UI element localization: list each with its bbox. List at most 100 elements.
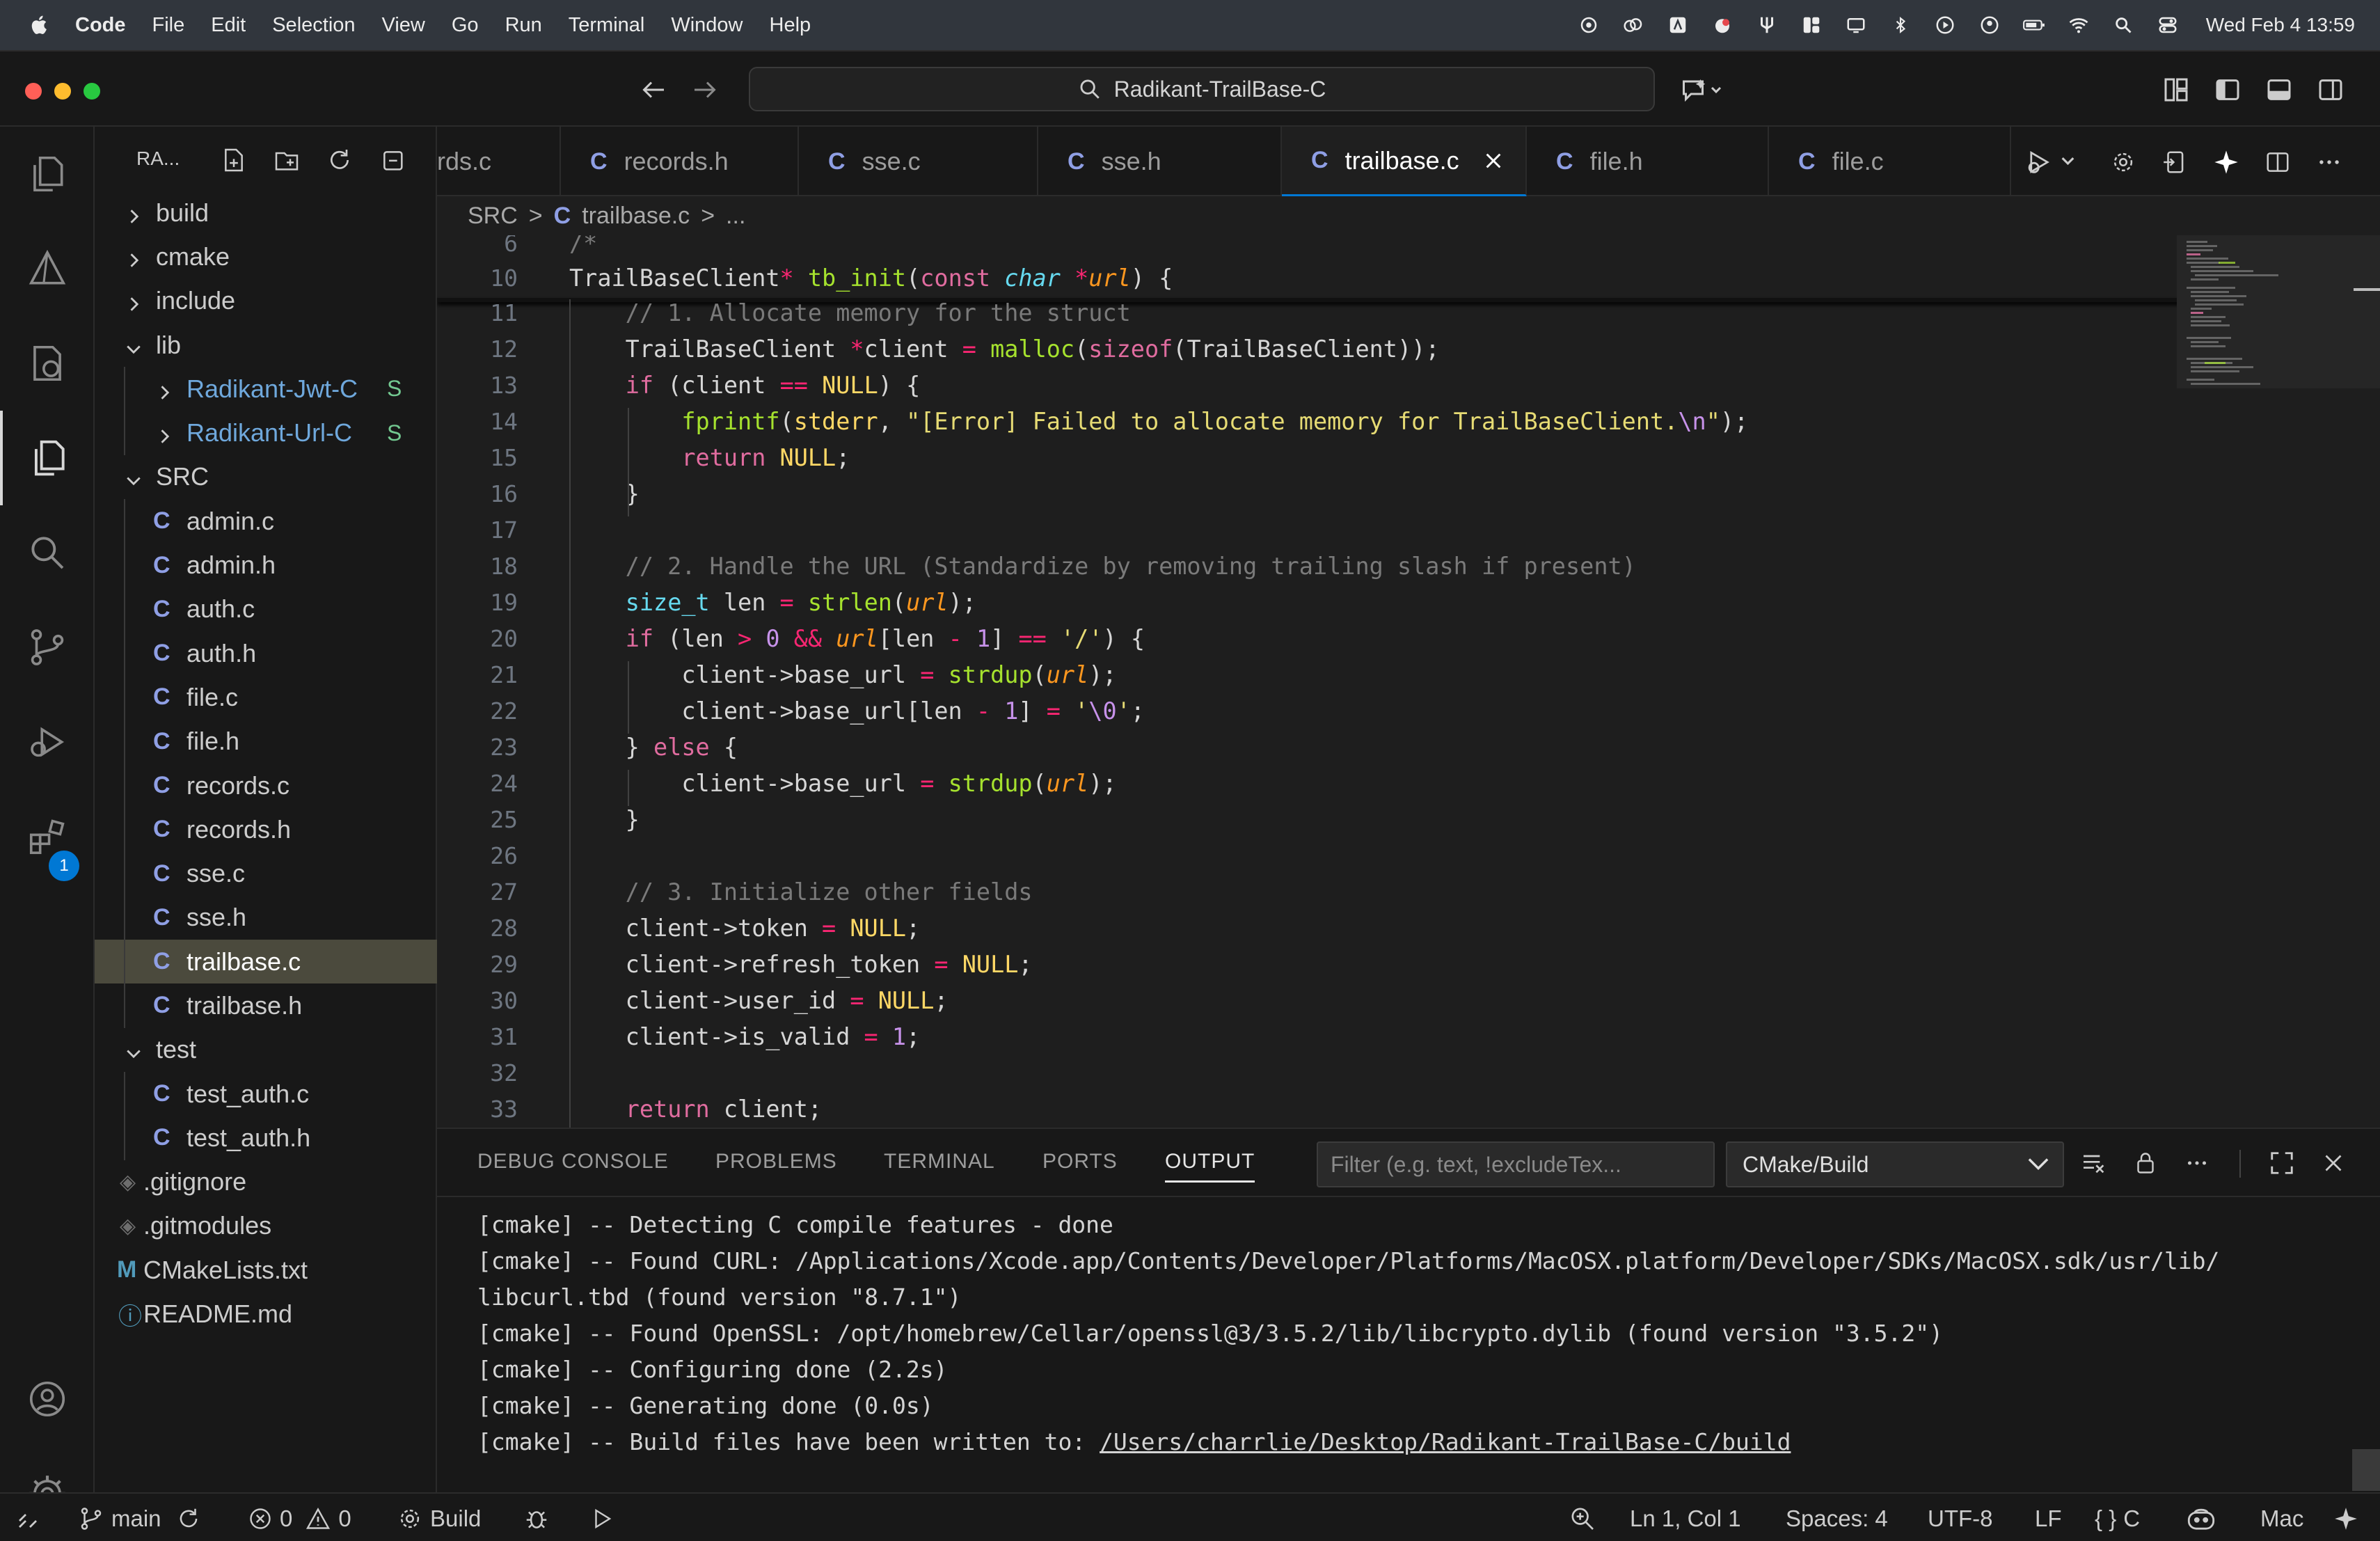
- code-line[interactable]: if (client == NULL) {: [569, 372, 921, 399]
- settings-gear-icon[interactable]: [2107, 146, 2139, 178]
- sticky-scroll-line[interactable]: TrailBaseClient* tb_init(const char *url…: [569, 264, 1173, 292]
- split-editor-icon[interactable]: [2262, 146, 2294, 178]
- toggle-secondary-sidebar-icon[interactable]: [2315, 74, 2347, 106]
- tree-file[interactable]: Ctrailbase.c: [95, 940, 437, 984]
- tree-file[interactable]: ⓘ README.md: [95, 1292, 437, 1336]
- code-line[interactable]: }: [569, 806, 640, 833]
- control-center-icon[interactable]: [2156, 13, 2180, 37]
- play-circle-icon[interactable]: [1933, 13, 1957, 37]
- menu-edit[interactable]: Edit: [211, 14, 246, 37]
- tree-folder[interactable]: cmake: [95, 235, 437, 278]
- output-scrollbar[interactable]: [2352, 1449, 2380, 1491]
- refresh-icon[interactable]: [324, 145, 355, 175]
- code-line[interactable]: // 3. Initialize other fields: [569, 878, 1033, 906]
- tree-file[interactable]: Ctest_auth.c: [95, 1071, 437, 1116]
- window-layout-icon[interactable]: [1800, 13, 1823, 37]
- tree-folder[interactable]: Radikant-Jwt-C S: [95, 367, 437, 411]
- new-folder-icon[interactable]: [271, 145, 302, 175]
- breadcrumb-more[interactable]: ...: [726, 203, 745, 230]
- platform-indicator[interactable]: Mac: [2260, 1494, 2303, 1541]
- zoom-window-button[interactable]: [84, 83, 100, 100]
- creative-cloud-icon[interactable]: [1621, 13, 1645, 37]
- tab-output[interactable]: OUTPUT: [1165, 1150, 1255, 1183]
- editor-tab[interactable]: Cfile.c: [1769, 127, 2011, 196]
- close-window-button[interactable]: [25, 83, 42, 100]
- menu-view[interactable]: View: [382, 14, 425, 37]
- tree-file[interactable]: Crecords.c: [95, 763, 437, 808]
- sparkle-icon[interactable]: [2333, 1494, 2359, 1541]
- code-line[interactable]: return NULL;: [569, 444, 850, 471]
- panel-more-icon[interactable]: [2181, 1147, 2213, 1179]
- toggle-primary-sidebar-icon[interactable]: [2212, 74, 2244, 106]
- cmake-icon[interactable]: [0, 221, 95, 316]
- editor-tab[interactable]: Crecords.h: [561, 127, 799, 196]
- code-line[interactable]: client->user_id = NULL;: [569, 987, 949, 1014]
- copilot-chat-icon[interactable]: [1679, 74, 1724, 106]
- code-editor[interactable]: 6 /* 10 TrailBaseClient* tb_init(const char…: [437, 235, 2177, 1128]
- tab-ports[interactable]: PORTS: [1042, 1150, 1118, 1173]
- tab-terminal[interactable]: TERMINAL: [884, 1150, 995, 1173]
- tree-folder[interactable]: SRC: [95, 455, 437, 499]
- encoding-indicator[interactable]: UTF-8: [1928, 1494, 1993, 1541]
- eol-indicator[interactable]: LF: [2035, 1494, 2062, 1541]
- code-line[interactable]: client->token = NULL;: [569, 915, 921, 942]
- copilot-sparkle-icon[interactable]: [2210, 146, 2242, 178]
- menu-terminal[interactable]: Terminal: [569, 14, 645, 37]
- maximize-panel-icon[interactable]: [2266, 1147, 2298, 1179]
- search-icon[interactable]: [0, 505, 95, 600]
- indentation-indicator[interactable]: Spaces: 4: [1786, 1494, 1888, 1541]
- code-line[interactable]: // 1. Allocate memory for the struct: [569, 299, 1131, 326]
- tree-folder[interactable]: Radikant-Url-C S: [95, 411, 437, 455]
- menu-go[interactable]: Go: [452, 14, 479, 37]
- menu-selection[interactable]: Selection: [272, 14, 355, 37]
- tree-folder[interactable]: test: [95, 1028, 437, 1072]
- editor-tab[interactable]: Ctrailbase.c: [1282, 127, 1527, 196]
- close-panel-icon[interactable]: [2317, 1147, 2349, 1179]
- collapse-all-icon[interactable]: [377, 145, 408, 175]
- sticky-scroll-line[interactable]: /*: [569, 235, 597, 257]
- clear-output-icon[interactable]: [2078, 1147, 2110, 1179]
- menubar-clock[interactable]: Wed Feb 4 13:59: [2206, 14, 2355, 36]
- tree-file[interactable]: Cauth.c: [95, 587, 437, 631]
- tree-file[interactable]: Cadmin.c: [95, 499, 437, 544]
- open-changes-icon[interactable]: [2159, 146, 2191, 178]
- code-line[interactable]: size_t len = strlen(url);: [569, 589, 976, 616]
- cmake-build-button[interactable]: Build: [397, 1494, 481, 1541]
- tree-file[interactable]: Cadmin.h: [95, 543, 437, 587]
- zoom-icon[interactable]: [1569, 1494, 1596, 1541]
- editor-tab[interactable]: rds.c: [437, 127, 561, 196]
- customize-layout-icon[interactable]: [2160, 74, 2192, 106]
- code-line[interactable]: // 2. Handle the URL (Standardize by rem…: [569, 553, 1636, 580]
- editor-tab[interactable]: Csse.c: [799, 127, 1038, 196]
- user-circle-icon[interactable]: [1978, 13, 2001, 37]
- tree-file[interactable]: ◈ .gitignore: [95, 1160, 437, 1204]
- forward-arrow-icon[interactable]: [689, 74, 721, 106]
- close-icon[interactable]: [1483, 150, 1504, 171]
- code-line[interactable]: return client;: [569, 1096, 822, 1123]
- tree-file[interactable]: Crecords.h: [95, 807, 437, 852]
- language-mode[interactable]: { } C: [2095, 1494, 2140, 1541]
- code-line[interactable]: } else {: [569, 734, 738, 761]
- back-arrow-icon[interactable]: [637, 74, 669, 106]
- tree-file[interactable]: M CMakeLists.txt: [95, 1248, 437, 1292]
- tree-file[interactable]: ◈ .gitmodules: [95, 1204, 437, 1248]
- menu-window[interactable]: Window: [671, 14, 743, 37]
- lock-icon[interactable]: [2129, 1147, 2161, 1179]
- code-line[interactable]: client->base_url = strdup(url);: [569, 661, 1116, 688]
- tree-file[interactable]: Cfile.c: [95, 675, 437, 720]
- record-icon[interactable]: [1711, 13, 1734, 37]
- more-actions-icon[interactable]: [2313, 146, 2345, 178]
- cursor-position[interactable]: Ln 1, Col 1: [1630, 1494, 1741, 1541]
- wifi-icon[interactable]: [2067, 13, 2091, 37]
- menu-help[interactable]: Help: [770, 14, 811, 37]
- menu-file[interactable]: File: [152, 14, 185, 37]
- app-a-icon[interactable]: [1666, 13, 1690, 37]
- tree-file[interactable]: Ctrailbase.h: [95, 983, 437, 1028]
- tab-debug-console[interactable]: DEBUG CONSOLE: [477, 1150, 669, 1173]
- tab-problems[interactable]: PROBLEMS: [715, 1150, 837, 1173]
- openai-icon[interactable]: [1577, 13, 1601, 37]
- toggle-panel-icon[interactable]: [2263, 74, 2295, 106]
- bluetooth-icon[interactable]: [1889, 13, 1912, 37]
- debug-icon[interactable]: [523, 1494, 550, 1541]
- output-channel-select[interactable]: CMake/Build: [1726, 1141, 2064, 1187]
